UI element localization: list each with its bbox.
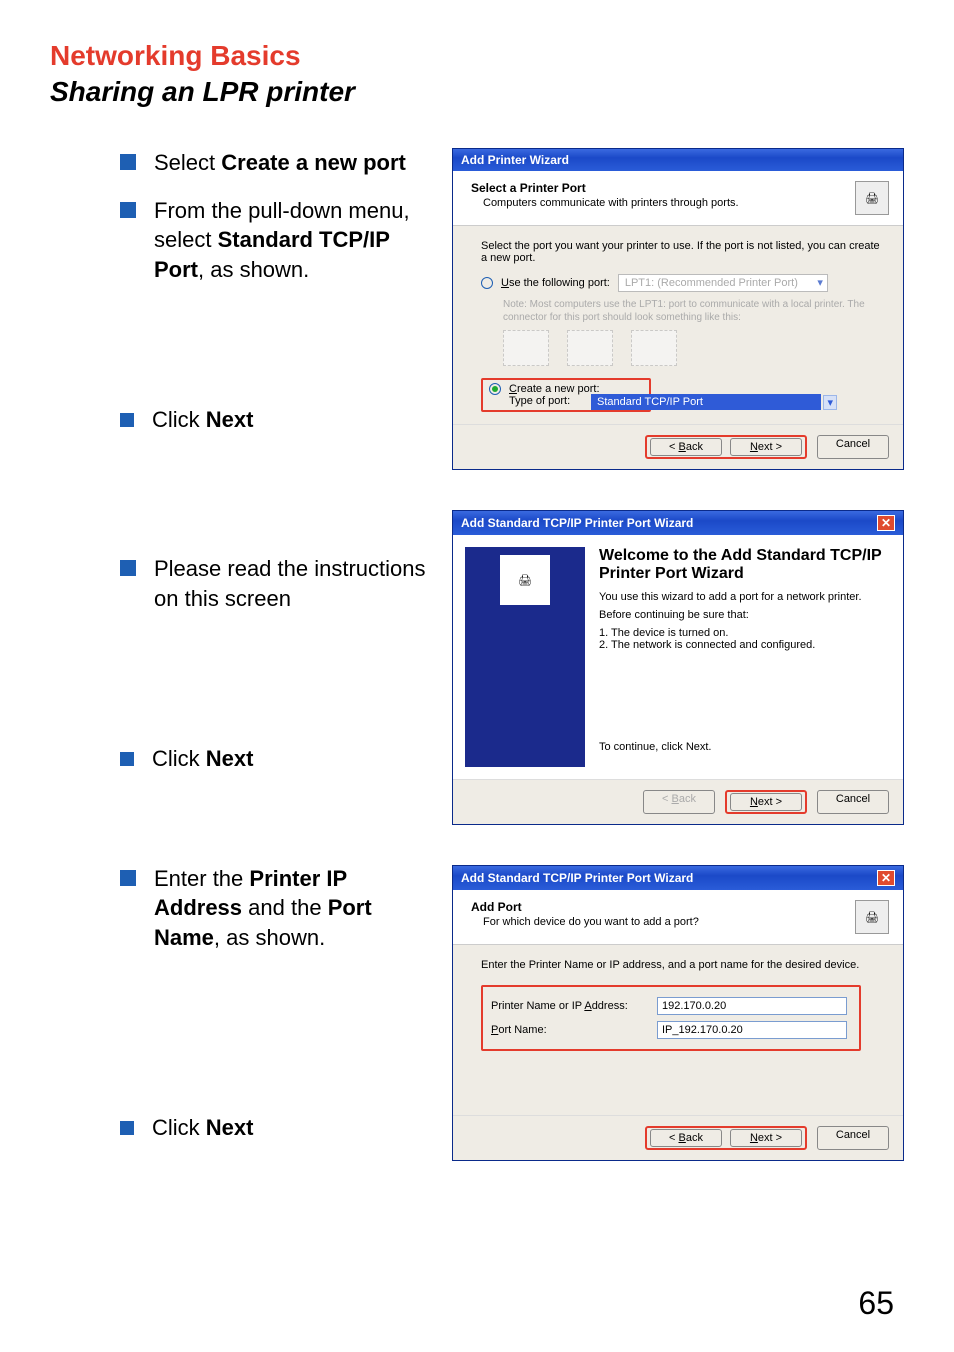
printer-icon: 🖨 — [855, 900, 889, 934]
back-button: < Back — [643, 790, 715, 814]
close-icon[interactable]: ✕ — [877, 870, 895, 886]
instruction-text: Enter the Printer Name or IP address, an… — [481, 959, 883, 971]
instruction-column: Select Create a new port From the pull-d… — [50, 148, 440, 1191]
continue-text: To continue, click Next. — [599, 741, 891, 753]
connector-icon — [631, 330, 677, 366]
instruction-item: Click Next — [120, 405, 440, 435]
connector-icon — [567, 330, 613, 366]
titlebar: Add Standard TCP/IP Printer Port Wizard … — [453, 866, 903, 890]
instruction-text: Enter the Printer IP Address and the Por… — [154, 864, 440, 953]
page-heading: Networking Basics — [50, 40, 904, 72]
titlebar: Add Printer Wizard — [453, 149, 903, 171]
screenshot-column: Add Printer Wizard Select a Printer Port… — [452, 148, 904, 1191]
title-text: Add Standard TCP/IP Printer Port Wizard — [461, 516, 693, 530]
highlight-back-next: < Back Next > — [645, 435, 807, 459]
next-button[interactable]: Next > — [730, 793, 802, 811]
port-name-label: Port Name: — [491, 1024, 641, 1036]
page-number: 65 — [858, 1285, 894, 1322]
before-label: Before continuing be sure that: — [599, 609, 891, 621]
instruction-text: From the pull-down menu, select Standard… — [154, 196, 440, 285]
bullet-icon — [120, 202, 136, 218]
title-text: Add Standard TCP/IP Printer Port Wizard — [461, 871, 693, 885]
body-intro: Select the port you want your printer to… — [481, 240, 883, 264]
tcpip-port-wizard-welcome-dialog: Add Standard TCP/IP Printer Port Wizard … — [452, 510, 904, 825]
bullet-icon — [120, 752, 134, 766]
instruction-text: Click Next — [152, 1113, 253, 1143]
ip-address-input[interactable] — [657, 997, 847, 1015]
button-bar: < Back Next > Cancel — [453, 1115, 903, 1160]
welcome-desc: You use this wizard to add a port for a … — [599, 591, 891, 603]
back-button[interactable]: < Back — [650, 1129, 722, 1147]
instruction-item: Click Next — [120, 1113, 440, 1143]
header-title: Add Port — [471, 900, 699, 914]
bullet-icon — [120, 413, 134, 427]
port-dropdown-disabled: LPT1: (Recommended Printer Port) — [618, 274, 828, 292]
printer-icon: 🖨 — [855, 181, 889, 215]
cancel-button[interactable]: Cancel — [817, 1126, 889, 1150]
back-button[interactable]: < Back — [650, 438, 722, 456]
next-button[interactable]: Next > — [730, 1129, 802, 1147]
header-subtitle: For which device do you want to add a po… — [483, 916, 699, 928]
port-name-input[interactable] — [657, 1021, 847, 1039]
tcpip-port-wizard-addport-dialog: Add Standard TCP/IP Printer Port Wizard … — [452, 865, 904, 1161]
bullet-icon — [120, 154, 136, 170]
titlebar: Add Standard TCP/IP Printer Port Wizard … — [453, 511, 903, 535]
before-item: 1. The device is turned on. — [599, 627, 891, 639]
close-icon[interactable]: ✕ — [877, 515, 895, 531]
connector-illustrations — [503, 330, 883, 366]
instruction-text: Select Create a new port — [154, 148, 406, 178]
instruction-item: Click Next — [120, 744, 440, 774]
welcome-title: Welcome to the Add Standard TCP/IP Print… — [599, 547, 891, 583]
instruction-text: Click Next — [152, 405, 253, 435]
highlight-back-next: < Back Next > — [645, 1126, 807, 1150]
instruction-item: From the pull-down menu, select Standard… — [120, 196, 440, 285]
bullet-icon — [120, 560, 136, 576]
ip-address-label: Printer Name or IP Address: — [491, 1000, 641, 1012]
button-bar: < Back Next > Cancel — [453, 424, 903, 469]
dialog-body: Enter the Printer Name or IP address, an… — [453, 945, 903, 1115]
button-bar: < Back Next > Cancel — [453, 779, 903, 824]
instruction-item: Enter the Printer IP Address and the Por… — [120, 864, 440, 953]
highlight-fields: Printer Name or IP Address: Port Name: — [481, 985, 861, 1051]
printer-icon: 🖨 — [500, 555, 550, 605]
add-printer-wizard-dialog: Add Printer Wizard Select a Printer Port… — [452, 148, 904, 470]
dialog-body: Select the port you want your printer to… — [453, 226, 903, 424]
note-text: Note: Most computers use the LPT1: port … — [503, 298, 883, 324]
header-title: Select a Printer Port — [471, 181, 739, 195]
radio-label: Use the following port: — [501, 277, 610, 289]
title-text: Add Printer Wizard — [461, 153, 569, 167]
dialog-body: 🖨 Welcome to the Add Standard TCP/IP Pri… — [453, 535, 903, 779]
page-subheading: Sharing an LPR printer — [50, 76, 904, 108]
radio-icon — [481, 277, 493, 289]
cancel-button[interactable]: Cancel — [817, 790, 889, 814]
connector-icon — [503, 330, 549, 366]
header-subtitle: Computers communicate with printers thro… — [483, 197, 739, 209]
instruction-item: Please read the instructions on this scr… — [120, 554, 440, 613]
port-type-dropdown[interactable]: Standard TCP/IP Port — [591, 394, 821, 410]
next-button[interactable]: Next > — [730, 438, 802, 456]
highlight-next: Next > — [725, 790, 807, 814]
before-item: 2. The network is connected and configur… — [599, 639, 891, 651]
dialog-header: Add Port For which device do you want to… — [453, 890, 903, 945]
bullet-icon — [120, 870, 136, 886]
radio-icon[interactable] — [489, 383, 501, 395]
dialog-header: Select a Printer Port Computers communic… — [453, 171, 903, 226]
bullet-icon — [120, 1121, 134, 1135]
wizard-sidebar-image: 🖨 — [465, 547, 585, 767]
instruction-text: Click Next — [152, 744, 253, 774]
use-following-port-option[interactable]: Use the following port: LPT1: (Recommend… — [481, 274, 883, 292]
instruction-text: Please read the instructions on this scr… — [154, 554, 440, 613]
cancel-button[interactable]: Cancel — [817, 435, 889, 459]
radio-label[interactable]: Create a new port: — [509, 383, 600, 395]
instruction-item: Select Create a new port — [120, 148, 440, 178]
